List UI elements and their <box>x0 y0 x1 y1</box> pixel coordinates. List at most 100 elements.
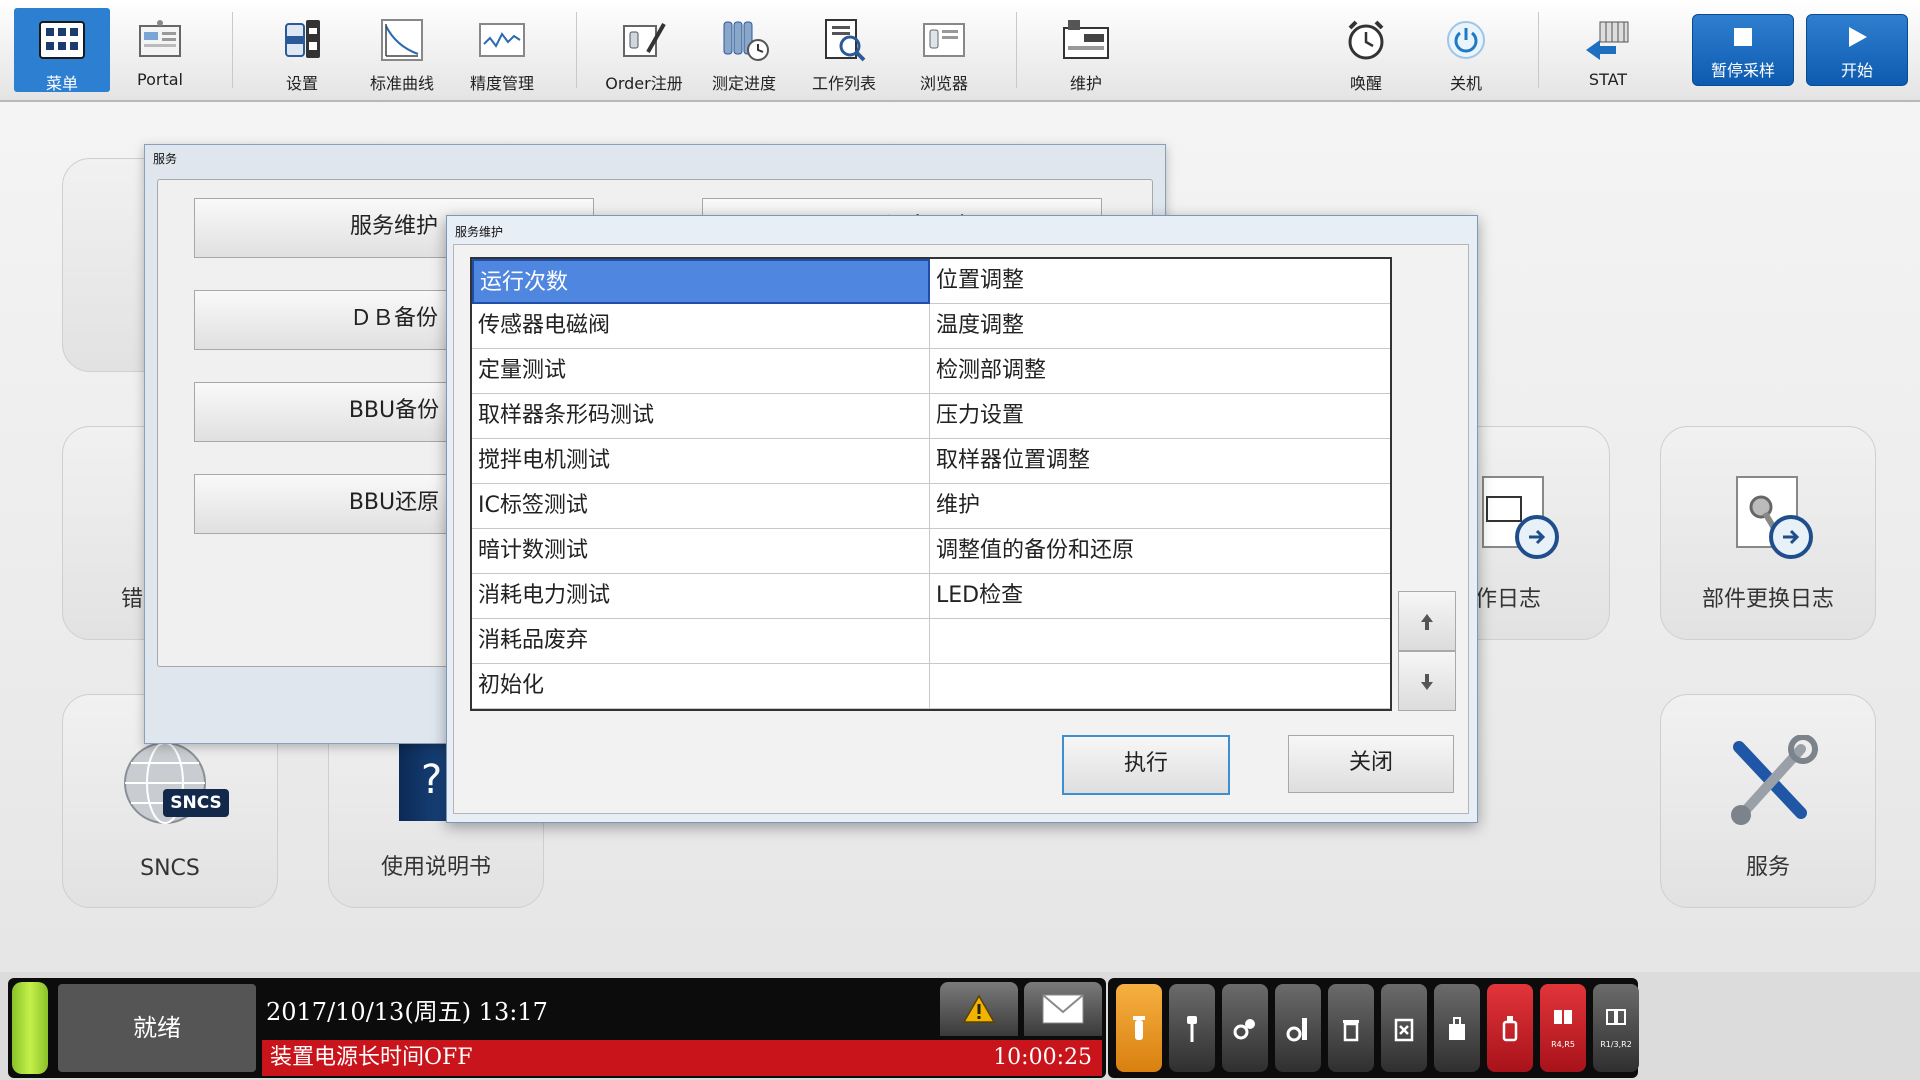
maintenance-item-cell[interactable]: 维护 <box>930 484 1390 529</box>
tip-waste-status-button[interactable] <box>1381 984 1427 1072</box>
maintenance-items-grid: 运行次数 位置调整 传感器电磁阀 温度调整 定量测试 检测部调整 取样器条形码测试 压力设置搅… <box>470 257 1392 711</box>
order-register-button[interactable]: Order注册 <box>596 8 692 93</box>
pause-sampling-label: 暂停采样 <box>1710 61 1775 80</box>
maintenance-item-cell[interactable]: 运行次数 <box>472 259 930 304</box>
maintenance-item-cell[interactable]: 取样器位置调整 <box>930 439 1390 484</box>
maintenance-instrument-icon <box>1063 20 1109 59</box>
maintenance-item-cell[interactable]: 初始化 <box>472 664 930 709</box>
arrow-up-icon <box>1421 613 1433 630</box>
maintenance-item-cell[interactable]: 传感器电磁阀 <box>472 304 930 349</box>
reagent-bottle-status-button[interactable] <box>1487 984 1533 1072</box>
maintenance-item-cell[interactable]: 调整值的备份和还原 <box>930 529 1390 574</box>
waste-status-button[interactable] <box>1328 984 1374 1072</box>
progress-button[interactable]: 测定进度 <box>696 8 792 93</box>
status-bar: 就绪 2017/10/13(周五) 13:17 装置电源长时间OFF 10:00… <box>8 978 1106 1078</box>
reagent-r4-r5-label: R4,R5 <box>1551 1040 1575 1049</box>
portal-label: Portal <box>137 70 183 89</box>
reagent-r1-r3-r2-status-button[interactable]: R1/3,R2 <box>1593 984 1639 1072</box>
settings-bottles-icon <box>285 20 320 58</box>
pipette-status-button[interactable] <box>1169 984 1215 1072</box>
maintenance-item-cell[interactable]: 定量测试 <box>472 349 930 394</box>
precision-chart-icon <box>479 23 525 57</box>
maintenance-item-cell[interactable]: 暗计数测试 <box>472 529 930 574</box>
progress-label: 测定进度 <box>711 74 776 93</box>
reagent-pack-icon <box>1554 1010 1572 1024</box>
current-datetime: 2017/10/13(周五) 13:17 <box>266 998 548 1026</box>
order-register-label: Order注册 <box>605 74 683 93</box>
alarm-button[interactable] <box>940 982 1018 1036</box>
browser-button[interactable]: 浏览器 <box>896 8 992 93</box>
scroll-up-button[interactable] <box>1398 591 1456 651</box>
tube-icon <box>1133 1016 1145 1040</box>
maintenance-item-cell[interactable]: IC标签测试 <box>472 484 930 529</box>
message-button[interactable] <box>1024 982 1102 1036</box>
maintenance-item-cell[interactable] <box>930 664 1390 709</box>
browser-icon <box>923 23 965 57</box>
beads-status-button[interactable] <box>1222 984 1268 1072</box>
start-button[interactable]: 开始 <box>1806 14 1908 86</box>
maintenance-item-cell[interactable] <box>930 619 1390 664</box>
maintenance-item-cell[interactable]: 压力设置 <box>930 394 1390 439</box>
probe-icon <box>1286 1018 1307 1042</box>
execute-button[interactable]: 执行 <box>1062 735 1230 795</box>
wake-button[interactable]: 唤醒 <box>1318 8 1414 93</box>
stat-rack-arrow-icon <box>1586 21 1629 60</box>
reagent-r4-r5-status-button[interactable]: R4,R5 <box>1540 984 1586 1072</box>
ready-indicator-light <box>12 982 48 1074</box>
toolbar-divider <box>1538 12 1539 88</box>
order-register-icon <box>623 23 666 57</box>
maintenance-item-cell[interactable]: 检测部调整 <box>930 349 1390 394</box>
alarm-message-text: 装置电源长时间OFF <box>270 1045 473 1070</box>
alarm-message-time: 10:00:25 <box>993 1045 1092 1070</box>
worklist-label: 工作列表 <box>811 74 876 93</box>
browser-label: 浏览器 <box>919 74 968 93</box>
tile-operation-log-label: 作日志 <box>1475 587 1542 612</box>
toolbar-divider <box>1016 12 1017 88</box>
maintenance-item-cell[interactable]: 消耗品废弃 <box>472 619 930 664</box>
maintenance-item-cell[interactable]: 温度调整 <box>930 304 1390 349</box>
standard-curve-button[interactable]: 标准曲线 <box>354 8 450 93</box>
cuvette-status-button[interactable] <box>1434 984 1480 1072</box>
start-label: 开始 <box>1840 61 1873 80</box>
play-icon <box>1849 27 1867 47</box>
pause-sampling-button[interactable]: 暂停采样 <box>1692 14 1794 86</box>
precision-button[interactable]: 精度管理 <box>454 8 550 93</box>
menu-button[interactable]: 菜单 <box>14 8 110 93</box>
stop-icon <box>1734 28 1752 46</box>
instrument-state: 就绪 <box>58 984 256 1072</box>
maintenance-item-cell[interactable]: LED检查 <box>930 574 1390 619</box>
tile-parts-replacement-log[interactable]: 部件更换日志 <box>1660 426 1876 640</box>
portal-button[interactable]: Portal <box>112 8 208 92</box>
sample-tube-status-button[interactable] <box>1116 984 1162 1072</box>
maintenance-item-cell[interactable]: 搅拌电机测试 <box>472 439 930 484</box>
alarm-message-line[interactable]: 装置电源长时间OFF 10:00:25 <box>262 1040 1102 1076</box>
scroll-down-button[interactable] <box>1398 651 1456 711</box>
tools-icon <box>1731 735 1818 825</box>
service-dialog-title: 服务 <box>153 152 178 166</box>
power-icon <box>1447 21 1485 59</box>
close-button[interactable]: 关闭 <box>1288 735 1454 793</box>
beads-icon <box>1233 1019 1255 1040</box>
service-maintenance-title: 服务维护 <box>455 225 504 239</box>
portal-icon <box>139 20 181 57</box>
settings-button[interactable]: 设置 <box>254 8 350 93</box>
warning-icon <box>962 994 996 1023</box>
worklist-magnifier-icon <box>825 19 866 62</box>
cuvette-box-icon <box>1449 1017 1465 1040</box>
shutdown-button[interactable]: 关机 <box>1418 8 1514 93</box>
maintenance-item-cell[interactable]: 位置调整 <box>930 259 1390 304</box>
maintenance-item-cell[interactable]: 消耗电力测试 <box>472 574 930 619</box>
maintenance-button[interactable]: 维护 <box>1038 8 1134 93</box>
tile-service[interactable]: 服务 <box>1660 694 1876 908</box>
service-maintenance-dialog: 服务维护 运行次数 位置调整 传感器电磁阀 温度调整 定量测试 检测部调整 取样器条形码测试… <box>446 215 1478 823</box>
worklist-button[interactable]: 工作列表 <box>796 8 892 93</box>
tile-parts-log-label: 部件更换日志 <box>1701 587 1834 612</box>
reagent-probe-status-button[interactable] <box>1275 984 1321 1072</box>
stat-button[interactable]: STAT <box>1560 8 1656 92</box>
tile-service-label: 服务 <box>1745 855 1790 880</box>
wake-label: 唤醒 <box>1349 74 1382 93</box>
maintenance-item-cell[interactable]: 取样器条形码测试 <box>472 394 930 439</box>
menu-grid-icon <box>39 21 85 59</box>
toolbar-divider <box>576 12 577 88</box>
pipette-icon <box>1187 1016 1197 1042</box>
